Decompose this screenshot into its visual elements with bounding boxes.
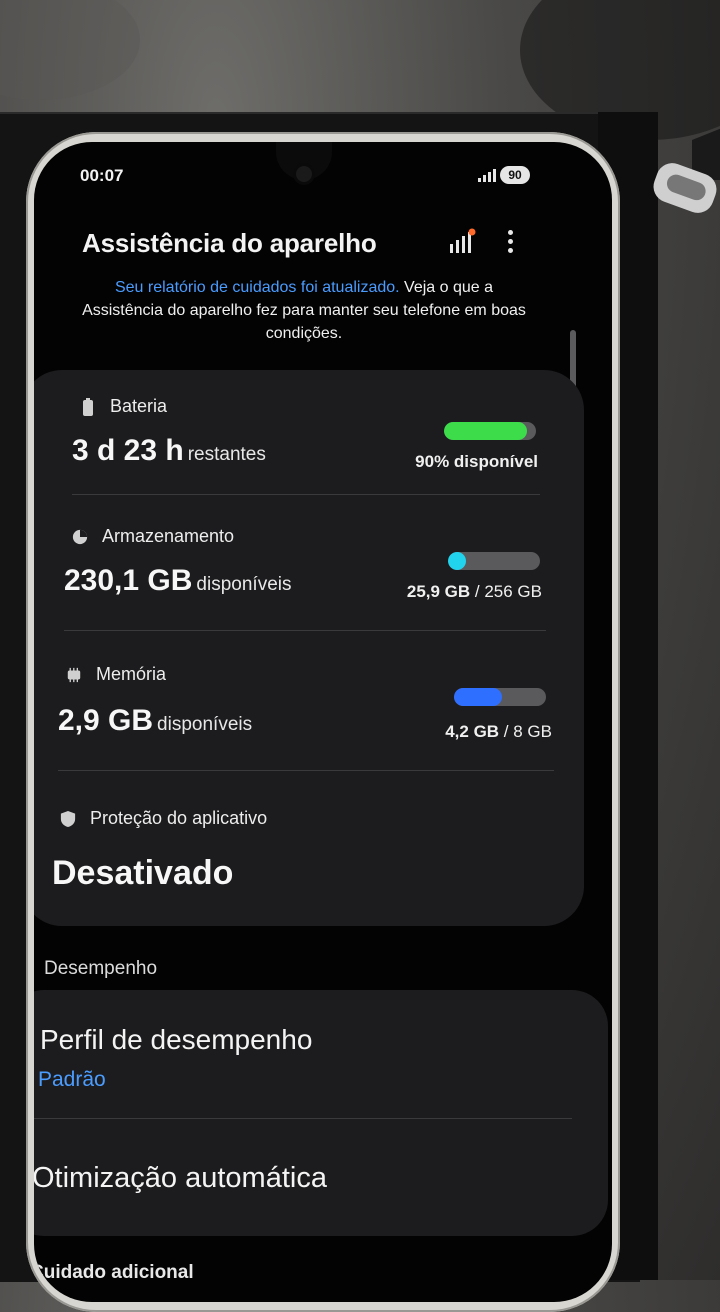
battery-bar: [444, 422, 536, 440]
battery-remaining: 3 d 23 h restantes: [72, 434, 266, 468]
additional-care-section-title: Cuidado adicional: [34, 1262, 194, 1283]
storage-used: 25,9 GB: [406, 582, 471, 601]
signal-icon: [478, 168, 496, 182]
memory-bar-fill: [454, 688, 502, 706]
battery-status-icon: 90: [500, 166, 530, 184]
memory-chip-icon: [67, 667, 81, 682]
battery-icon: [83, 397, 93, 416]
more-options-icon[interactable]: [506, 230, 516, 256]
protection-status: Desativado: [52, 854, 234, 892]
battery-label: Bateria: [110, 396, 168, 416]
storage-pie-icon: [72, 529, 88, 544]
report-chart-icon[interactable]: [448, 228, 476, 256]
divider: [72, 494, 540, 495]
memory-available: 2,9 GB disponíveis: [58, 704, 252, 738]
status-card: Bateria 3 d 23 h restantes 90% disponível…: [34, 370, 584, 926]
status-time: 00:07: [80, 166, 124, 185]
storage-bar-fill: [448, 552, 466, 570]
shield-icon: [60, 810, 76, 827]
divider: [58, 770, 554, 771]
protection-row-label: Proteção do aplicativo: [60, 808, 267, 829]
storage-available: 230,1 GB disponíveis: [64, 564, 291, 598]
performance-profile-value: Padrão: [38, 1068, 106, 1091]
storage-total: / 256 GB: [470, 582, 542, 601]
battery-row-label: Bateria: [80, 396, 167, 417]
performance-profile-title[interactable]: Perfil de desempenho: [40, 1024, 312, 1056]
auto-optimization-item[interactable]: Otimização automática: [34, 1162, 327, 1195]
battery-status-text: 90% disponível: [415, 452, 538, 471]
divider: [34, 1118, 572, 1119]
report-message[interactable]: Seu relatório de cuidados foi atualizado…: [74, 276, 534, 345]
performance-section-title: Desempenho: [44, 958, 158, 979]
protection-label: Proteção do aplicativo: [90, 808, 268, 828]
storage-usage: 25,9 GB / 256 GB: [362, 582, 542, 602]
divider: [64, 630, 546, 631]
battery-suffix: restantes: [187, 444, 266, 465]
battery-status: 90% disponível: [386, 452, 538, 472]
battery-bar-fill: [444, 422, 527, 440]
memory-row-label: Memória: [66, 664, 166, 685]
memory-value: 2,9 GB: [58, 704, 154, 737]
storage-suffix: disponíveis: [196, 574, 292, 595]
memory-usage: 4,2 GB / 8 GB: [382, 722, 552, 742]
memory-suffix: disponíveis: [157, 714, 253, 735]
memory-total: / 8 GB: [499, 722, 552, 741]
memory-used: 4,2 GB: [445, 722, 500, 741]
storage-label: Armazenamento: [102, 526, 235, 546]
page-title: Assistência do aparelho: [82, 228, 377, 258]
report-link[interactable]: Seu relatório de cuidados foi atualizado…: [115, 279, 400, 296]
storage-bar: [448, 552, 540, 570]
storage-value: 230,1 GB: [64, 564, 193, 597]
battery-value: 3 d 23 h: [72, 434, 184, 467]
phone-screen: 00:07 90 Assistência do aparelho Seu rel…: [34, 142, 612, 1302]
memory-bar: [454, 688, 546, 706]
front-camera: [296, 166, 312, 182]
usb-cable: [653, 128, 720, 213]
storage-row-label: Armazenamento: [72, 526, 234, 547]
memory-label: Memória: [96, 664, 167, 684]
